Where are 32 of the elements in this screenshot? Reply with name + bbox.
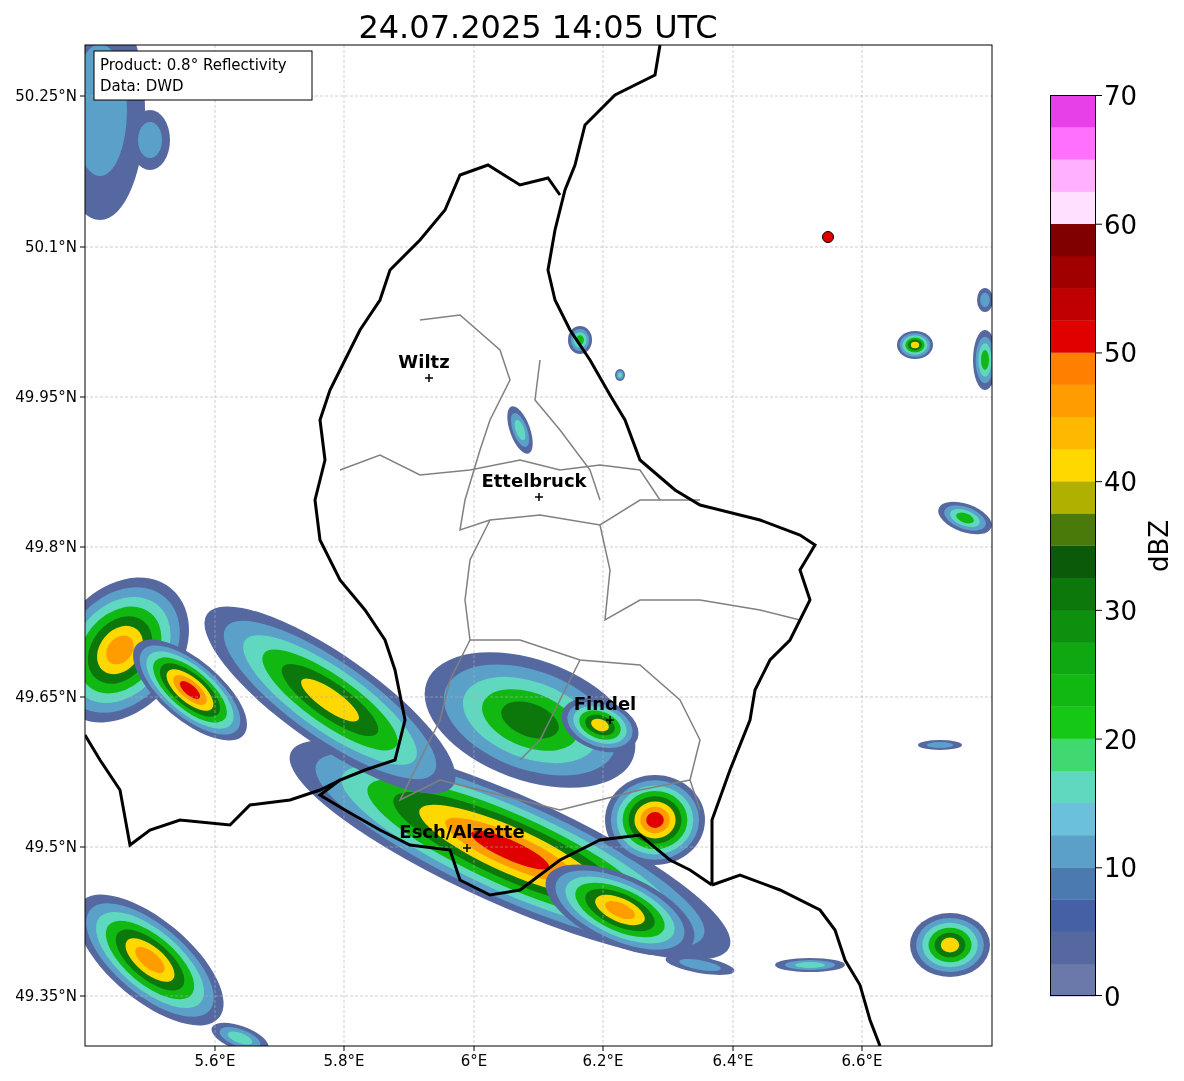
city-marker-icon — [424, 373, 434, 383]
lat-tick-label: 49.35°N — [15, 987, 77, 1005]
city-marker-icon — [534, 492, 544, 502]
lon-tick-label: 6°E — [460, 1052, 488, 1070]
lon-tick-label: 6.4°E — [712, 1052, 754, 1070]
colorbar-tick-label: 70 — [1104, 81, 1138, 111]
city-label: Wiltz — [398, 351, 450, 372]
lat-tick-label: 49.8°N — [24, 538, 77, 556]
lon-tick-label: 6.2°E — [582, 1052, 624, 1070]
colorbar-tick-label: 40 — [1104, 467, 1138, 498]
info-text: Data: DWD — [100, 77, 184, 95]
colorbar-tick-label: 0 — [1104, 982, 1121, 1012]
lat-tick-label: 49.65°N — [15, 688, 77, 706]
lat-tick-label: 50.25°N — [15, 87, 77, 105]
lat-tick-label: 49.5°N — [24, 838, 77, 856]
city-marker-icon — [605, 715, 615, 725]
location-dot — [822, 231, 834, 243]
plot-title: 24.07.2025 14:05 UTC — [358, 8, 718, 46]
colorbar-label: dBZ — [1144, 519, 1174, 573]
colorbar-tick-label: 10 — [1104, 853, 1138, 884]
city-label: Ettelbruck — [481, 470, 587, 491]
lon-tick-label: 5.8°E — [323, 1052, 365, 1070]
lat-tick-label: 50.1°N — [24, 238, 77, 256]
colorbar-tick-label: 60 — [1104, 209, 1138, 240]
colorbar-tick-label: 20 — [1104, 724, 1138, 755]
info-text: Product: 0.8° Reflectivity — [100, 56, 287, 74]
city-marker-icon — [462, 843, 472, 853]
colorbar-tick-label: 30 — [1104, 595, 1138, 626]
colorbar-tick-label: 50 — [1104, 338, 1138, 369]
lon-tick-label: 5.6°E — [194, 1052, 236, 1070]
lon-tick-label: 6.6°E — [841, 1052, 883, 1070]
lat-tick-label: 49.95°N — [15, 388, 77, 406]
